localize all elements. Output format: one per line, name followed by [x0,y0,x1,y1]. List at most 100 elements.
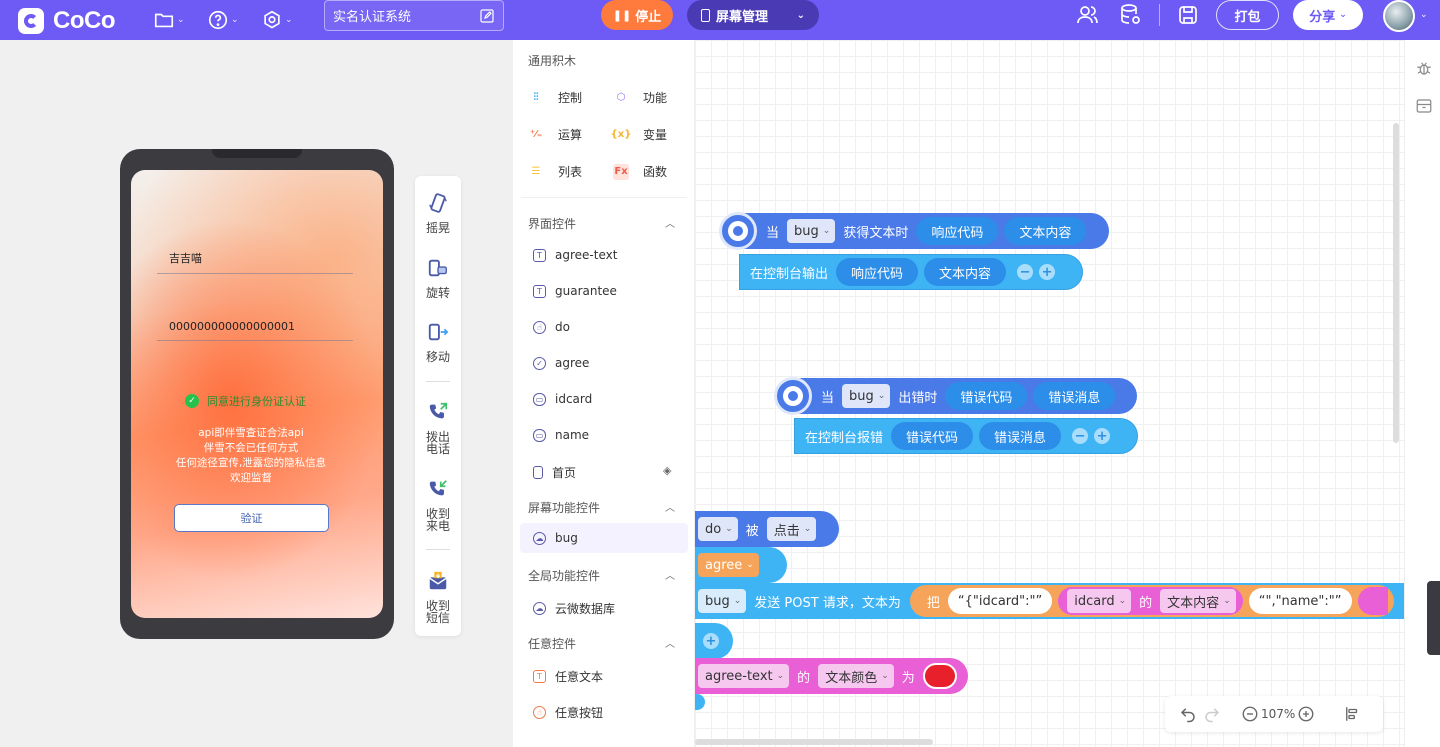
move-tool[interactable]: 移动 [415,321,461,363]
param-error-message[interactable]: 错误消息 [1033,382,1116,410]
property-dropdown[interactable]: 文本颜色 ⌄ [818,664,894,688]
param-error-code[interactable]: 错误代码 [945,382,1028,410]
ui-widgets-section[interactable]: 界面控件 ︿ [528,215,675,232]
on-error-block[interactable]: 当 bug ⌄ 出错时 错误代码 错误消息 [774,377,1137,415]
param-response-code[interactable]: 响应代码 [916,217,999,245]
call-out-tool[interactable]: 拨出电话 [415,401,461,455]
widget-dropdown[interactable]: agree-text ⌄ [698,664,790,688]
on-click-block[interactable]: do ⌄ 被 点击 ⌄ [695,511,839,547]
widget-guarantee[interactable]: Tguarantee [533,284,617,298]
idcard-field[interactable]: 000000000000000001 [157,320,353,341]
if-block[interactable]: agree ⌄ [695,547,787,583]
any-widgets-section[interactable]: 任意控件 ︿ [528,635,675,652]
verify-button[interactable]: 验证 [174,504,329,532]
category-control[interactable]: ⫶⫶ 控制 [528,89,583,106]
edit-icon[interactable] [479,8,495,24]
zoom-out-icon[interactable] [1241,705,1259,723]
category-list[interactable]: ☰ 列表 [528,163,583,180]
arg-error-code[interactable]: 错误代码 [891,422,974,450]
widget-property-block[interactable]: idcard ⌄ 的 文本内容 ⌄ [1058,587,1243,615]
redo-icon[interactable] [1203,705,1221,723]
app-logo[interactable]: CoCo [18,7,115,35]
database-icon[interactable] [1118,3,1142,27]
panel-handle[interactable] [1427,581,1440,655]
screen-manage-button[interactable]: 屏幕管理 ⌄ [687,0,819,30]
if-block-footer[interactable]: + [695,623,733,659]
arg-response-code[interactable]: 响应代码 [836,258,919,286]
widget-dropdown[interactable]: idcard ⌄ [1067,589,1132,613]
plus-icon[interactable]: + [1094,428,1111,444]
avatar[interactable] [1383,0,1415,32]
stop-button[interactable]: ❚❚ 停止 [601,0,673,30]
align-blocks-icon[interactable] [1343,705,1361,723]
category-procedure[interactable]: Fx 函数 [613,163,667,180]
post-request-block[interactable]: bug ⌄ 发送 POST 请求，文本为 把 “{"idcard":"” idca… [695,583,1404,619]
widget-bug[interactable]: ☁ bug [520,523,688,553]
file-menu[interactable]: ⌄ [153,6,185,34]
code-workspace[interactable]: 当 bug ⌄ 获得文本时 响应代码 文本内容 在控制台输出 响应代码 文本内容 … [695,40,1404,747]
share-button[interactable]: 分享 ⌄ [1293,0,1363,30]
rotate-tool[interactable]: 旋转 [415,257,461,299]
layers-icon[interactable]: ◈ [663,464,671,477]
widget-idcard[interactable]: ▭ idcard [533,392,592,406]
param-text-content[interactable]: 文本内容 [1004,217,1087,245]
event-dropdown[interactable]: 点击 ⌄ [766,517,817,541]
vertical-scrollbar[interactable] [1393,123,1399,443]
call-in-tool[interactable]: 收到来电 [415,478,461,532]
category-operator[interactable]: ⁺⁄₌ 运算 [528,126,582,143]
arg-error-message[interactable]: 错误消息 [979,422,1062,450]
widget-agree[interactable]: ✓ agree [533,356,589,370]
widget-dropdown[interactable]: do ⌄ [698,517,738,541]
widget-name[interactable]: ▭ name [533,428,589,442]
category-variable[interactable]: {x} 变量 [611,126,667,143]
agree-checkbox[interactable]: ✓ 同意进行身份证认证 [185,393,306,409]
zoom-in-icon[interactable] [1297,705,1315,723]
sms-tool[interactable]: 收到短信 [415,570,461,624]
color-picker[interactable] [922,663,957,689]
chevron-down-icon: ⌄ [796,9,805,21]
category-function[interactable]: ⬡ 功能 [613,89,667,106]
property-dropdown[interactable]: 文本内容 ⌄ [1160,589,1236,613]
console-log-block[interactable]: 在控制台输出 响应代码 文本内容 − + [739,254,1083,290]
widget-dropdown[interactable]: bug ⌄ [698,589,747,613]
widget-do[interactable]: ☝ do [533,320,570,334]
plus-icon[interactable]: + [1039,264,1056,280]
screen-widgets-section[interactable]: 屏幕功能控件 ︿ [528,499,675,516]
widget-dropdown[interactable]: bug ⌄ [842,384,891,408]
users-icon[interactable] [1075,3,1099,27]
undo-icon[interactable] [1179,705,1197,723]
on-text-received-block[interactable]: 当 bug ⌄ 获得文本时 响应代码 文本内容 [719,212,1109,250]
string-literal[interactable]: “{"idcard":"” [947,588,1053,614]
pack-button[interactable]: 打包 [1216,0,1279,30]
minus-icon[interactable]: − [1072,428,1089,444]
zoom-level: 107% [1261,707,1296,721]
widget-any-text[interactable]: T 任意文本 [533,668,603,685]
settings-menu[interactable]: ⌄ [261,6,293,34]
string-literal[interactable]: “","name":"” [1248,588,1352,614]
chevron-down-icon[interactable]: ⌄ [1420,10,1428,20]
name-field[interactable]: 吉吉喵 [157,250,353,274]
widget-cloud-database[interactable]: ☁ 云微数据库 [533,600,615,617]
join-block[interactable]: 把 “{"idcard":"” idcard ⌄ 的 文本内容 ⌄ “","name… [909,585,1394,617]
help-menu[interactable]: ⌄ [207,6,239,34]
save-icon[interactable] [1176,3,1200,27]
horizontal-scrollbar[interactable] [695,739,933,745]
set-property-block[interactable]: agree-text ⌄ 的 文本颜色 ⌄ 为 [695,658,968,694]
phone-screen[interactable]: 吉吉喵 000000000000000001 ✓ 同意进行身份证认证 api即伴… [131,170,383,618]
phone-simulator: 吉吉喵 000000000000000001 ✓ 同意进行身份证认证 api即伴… [120,149,394,639]
arg-text-content[interactable]: 文本内容 [924,258,1007,286]
plus-icon[interactable]: + [703,633,719,649]
condition-dropdown[interactable]: agree ⌄ [698,553,759,577]
archive-icon[interactable] [1415,97,1433,115]
widget-dropdown[interactable]: bug ⌄ [787,219,836,243]
widget-agree-text[interactable]: Tagree-text [533,248,617,262]
bug-icon[interactable] [1415,59,1433,77]
shake-tool[interactable]: 摇晃 [415,192,461,234]
project-title-input[interactable]: 实名认证系统 [324,0,504,31]
global-widgets-section[interactable]: 全局功能控件 ︿ [528,567,675,584]
widget-home-screen[interactable]: 首页 [533,464,576,481]
minus-icon[interactable]: − [1017,264,1034,280]
workspace-toolbar: 107% [1165,696,1383,732]
widget-any-button[interactable]: ☝ 任意按钮 [533,704,603,721]
console-error-block[interactable]: 在控制台报错 错误代码 错误消息 − + [794,418,1138,454]
